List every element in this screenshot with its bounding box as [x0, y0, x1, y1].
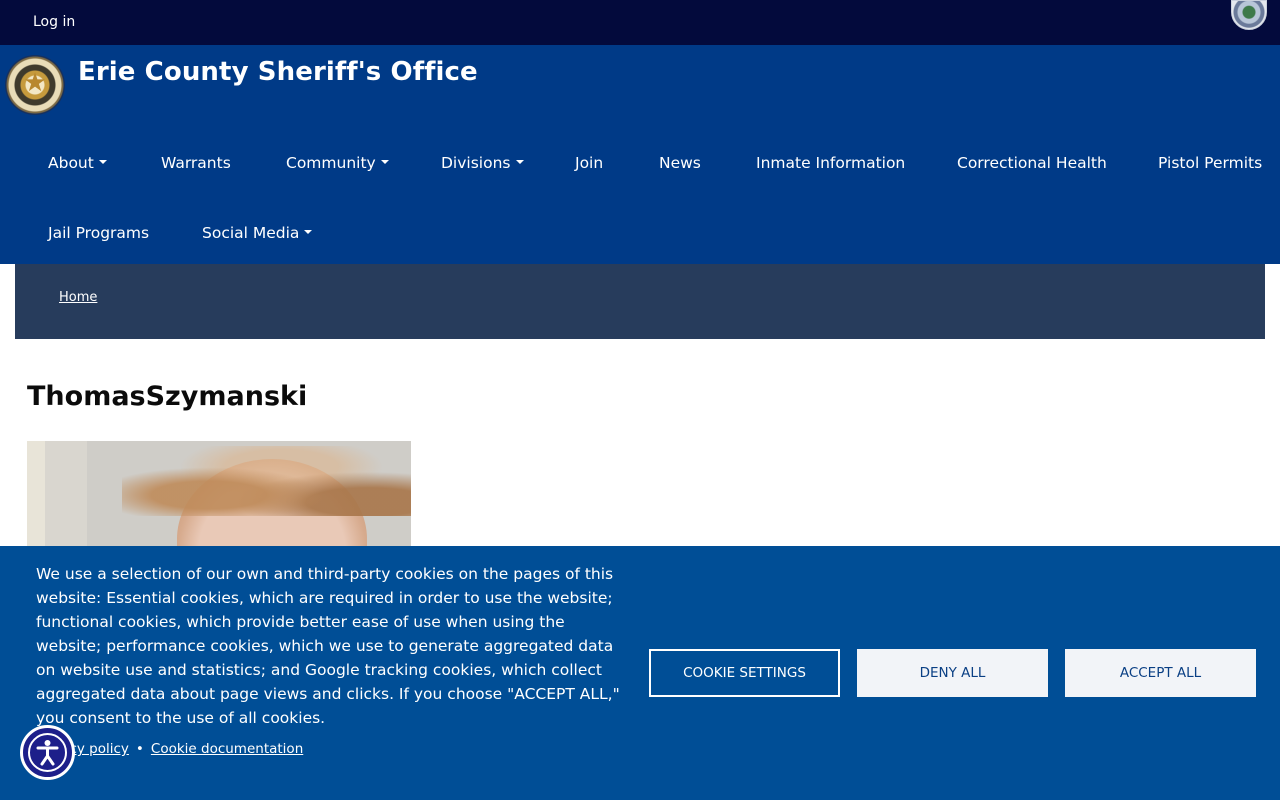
site-title[interactable]: Erie County Sheriff's Office [78, 57, 478, 87]
nav-pistol-permits[interactable]: Pistol Permits [1158, 154, 1262, 172]
cookie-links: Privacy policy • Cookie documentation [36, 741, 303, 757]
accept-all-button[interactable]: ACCEPT ALL [1065, 649, 1256, 697]
accessibility-button[interactable] [20, 725, 75, 780]
nav-inmate-information[interactable]: Inmate Information [756, 154, 905, 172]
nav-community[interactable]: Community [286, 154, 389, 172]
accessibility-icon [28, 733, 67, 772]
nav-about[interactable]: About [48, 154, 107, 172]
cookie-documentation-link[interactable]: Cookie documentation [151, 741, 303, 757]
nav-correctional-health[interactable]: Correctional Health [957, 154, 1107, 172]
breadcrumb-home-link[interactable]: Home [59, 290, 97, 305]
site-header: ★ Erie County Sheriff's Office About War… [0, 45, 1280, 264]
caret-down-icon [380, 159, 389, 164]
accessibility-figure [36, 740, 59, 766]
nav-divisions[interactable]: Divisions [441, 154, 524, 172]
nav-news[interactable]: News [659, 154, 701, 172]
cookie-notice-text: We use a selection of our own and third-… [36, 565, 620, 727]
cookie-consent-banner: We use a selection of our own and third-… [0, 546, 1280, 800]
photo-hair [122, 446, 411, 516]
nav-about-label: About [48, 154, 94, 172]
nav-social-media[interactable]: Social Media [202, 224, 313, 242]
caret-down-icon [515, 159, 524, 164]
caret-down-icon [98, 159, 107, 164]
caret-down-icon [304, 229, 313, 234]
top-utility-bar: Log in [0, 0, 1280, 45]
sheriff-star-badge-icon[interactable]: ★ [5, 55, 65, 115]
cookie-settings-button[interactable]: COOKIE SETTINGS [649, 649, 840, 697]
nav-jail-programs[interactable]: Jail Programs [48, 224, 149, 242]
nav-divisions-label: Divisions [441, 154, 511, 172]
nav-community-label: Community [286, 154, 376, 172]
star-icon: ★ [23, 68, 47, 98]
nav-social-media-label: Social Media [202, 224, 300, 242]
inmate-photo [27, 441, 411, 551]
deny-all-button[interactable]: DENY ALL [857, 649, 1048, 697]
nav-join[interactable]: Join [575, 154, 603, 172]
page-title: ThomasSzymanski [27, 381, 308, 412]
county-seal-icon[interactable] [1231, 0, 1267, 30]
nav-warrants[interactable]: Warrants [161, 154, 231, 172]
breadcrumb: Home [15, 264, 1265, 339]
login-link[interactable]: Log in [33, 14, 75, 30]
link-separator: • [135, 741, 144, 757]
